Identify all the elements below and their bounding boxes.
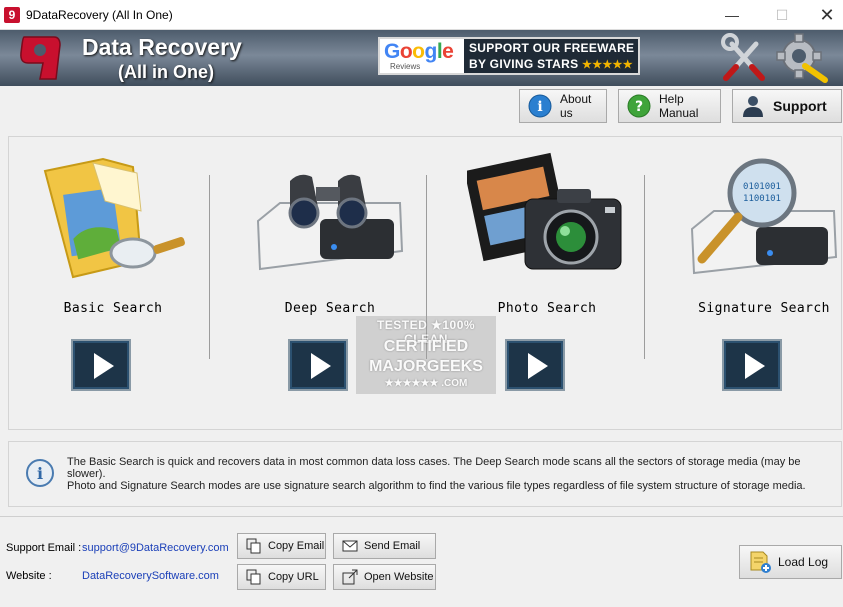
giving-stars-text: BY GIVING STARS ★★★★★ <box>469 57 633 71</box>
info-panel: i The Basic Search is quick and recovers… <box>8 441 842 507</box>
website-link[interactable]: DataRecoverySoftware.com <box>82 570 219 582</box>
google-logo-area: Google Reviews <box>380 39 464 73</box>
deep-search-play-button[interactable] <box>288 339 348 391</box>
load-log-button[interactable]: Load Log <box>739 545 842 579</box>
tools-icon <box>721 33 765 81</box>
window-title: 9DataRecovery (All In One) <box>26 8 173 22</box>
svg-text:i: i <box>537 99 542 115</box>
header-banner: Data Recovery (All in One) Google Review… <box>0 30 843 86</box>
support-person-icon <box>743 96 763 117</box>
external-link-icon <box>342 569 358 585</box>
camera-film-icon <box>467 152 622 270</box>
support-email-label: Support Email : <box>6 542 82 554</box>
support-button[interactable]: Support <box>732 89 842 123</box>
photo-search-label: Photo Search <box>497 301 597 316</box>
basic-search-label: Basic Search <box>63 301 163 316</box>
send-email-button[interactable]: Send Email <box>333 533 436 559</box>
copy-url-label: Copy URL <box>268 571 319 583</box>
google-reviews-badge[interactable]: Google Reviews SUPPORT OUR FREEWARE BY G… <box>378 37 640 75</box>
majorgeeks-watermark: TESTED ★100% CLEAN CERTIFIED MAJORGEEKS … <box>356 316 496 394</box>
watermark-majorgeeks: MAJORGEEKS <box>369 358 483 375</box>
info-text-line2: Photo and Signature Search modes are use… <box>67 480 806 492</box>
copy-email-button[interactable]: Copy Email <box>237 533 326 559</box>
support-email-link[interactable]: support@9DataRecovery.com <box>82 542 229 554</box>
load-log-icon <box>750 551 771 573</box>
open-website-button[interactable]: Open Website <box>333 564 436 590</box>
basic-search-section: Basic Search <box>9 137 217 431</box>
copy-icon <box>246 538 261 554</box>
drive-magnifier-icon: 0101001 1100101 <box>690 158 838 275</box>
copy-url-button[interactable]: Copy URL <box>237 564 326 590</box>
stars-rating: ★★★★★ <box>582 59 633 71</box>
help-manual-label: Help Manual <box>659 92 699 120</box>
svg-text:0101001: 0101001 <box>743 182 781 192</box>
minimize-button[interactable]: — <box>710 0 754 30</box>
signature-search-label: Signature Search <box>698 301 830 316</box>
deep-search-label: Deep Search <box>284 301 376 316</box>
title-bar: 9 9DataRecovery (All In One) — ☐ ✕ <box>0 0 843 30</box>
support-label: Support <box>773 98 827 114</box>
info-circle-icon: i <box>26 459 54 487</box>
info-icon: i <box>528 94 552 118</box>
copy-email-label: Copy Email <box>268 540 325 552</box>
watermark-com: ★★★★★★ .COM <box>384 378 468 389</box>
help-manual-button[interactable]: ? Help Manual <box>618 89 721 123</box>
watermark-certified: CERTIFIED <box>383 338 469 355</box>
about-us-label: About us <box>560 92 592 120</box>
folder-magnifier-icon <box>43 157 185 279</box>
google-reviews-text: Reviews <box>390 62 421 71</box>
gear-icon <box>776 33 828 83</box>
maximize-button[interactable]: ☐ <box>760 0 804 30</box>
help-icon: ? <box>627 94 651 118</box>
giving-stars-label: BY GIVING STARS <box>469 57 579 71</box>
signature-search-section: 0101001 1100101 Signature Search <box>660 137 843 431</box>
open-website-label: Open Website <box>364 571 434 583</box>
close-button[interactable]: ✕ <box>805 0 843 30</box>
about-us-button[interactable]: i About us <box>519 89 607 123</box>
footer-separator <box>0 516 843 517</box>
brand-title: Data Recovery <box>82 34 242 60</box>
support-freeware-text: SUPPORT OUR FREEWARE <box>469 41 635 55</box>
binoculars-drive-icon <box>256 174 404 271</box>
basic-search-play-button[interactable] <box>71 339 131 391</box>
brand-subtitle: (All in One) <box>118 62 214 82</box>
google-wordmark: Google <box>384 40 454 63</box>
app-icon: 9 <box>4 7 20 23</box>
svg-text:i: i <box>37 464 43 483</box>
info-text-line1: The Basic Search is quick and recovers d… <box>67 456 801 480</box>
copy-icon <box>246 569 261 585</box>
svg-text:?: ? <box>635 99 643 115</box>
signature-search-play-button[interactable] <box>722 339 782 391</box>
svg-text:1100101: 1100101 <box>743 194 781 204</box>
load-log-label: Load Log <box>778 555 829 569</box>
website-label: Website : <box>6 570 52 582</box>
photo-search-play-button[interactable] <box>505 339 565 391</box>
app-logo-icon <box>20 36 61 80</box>
send-email-label: Send Email <box>364 540 421 552</box>
envelope-icon <box>342 540 358 552</box>
